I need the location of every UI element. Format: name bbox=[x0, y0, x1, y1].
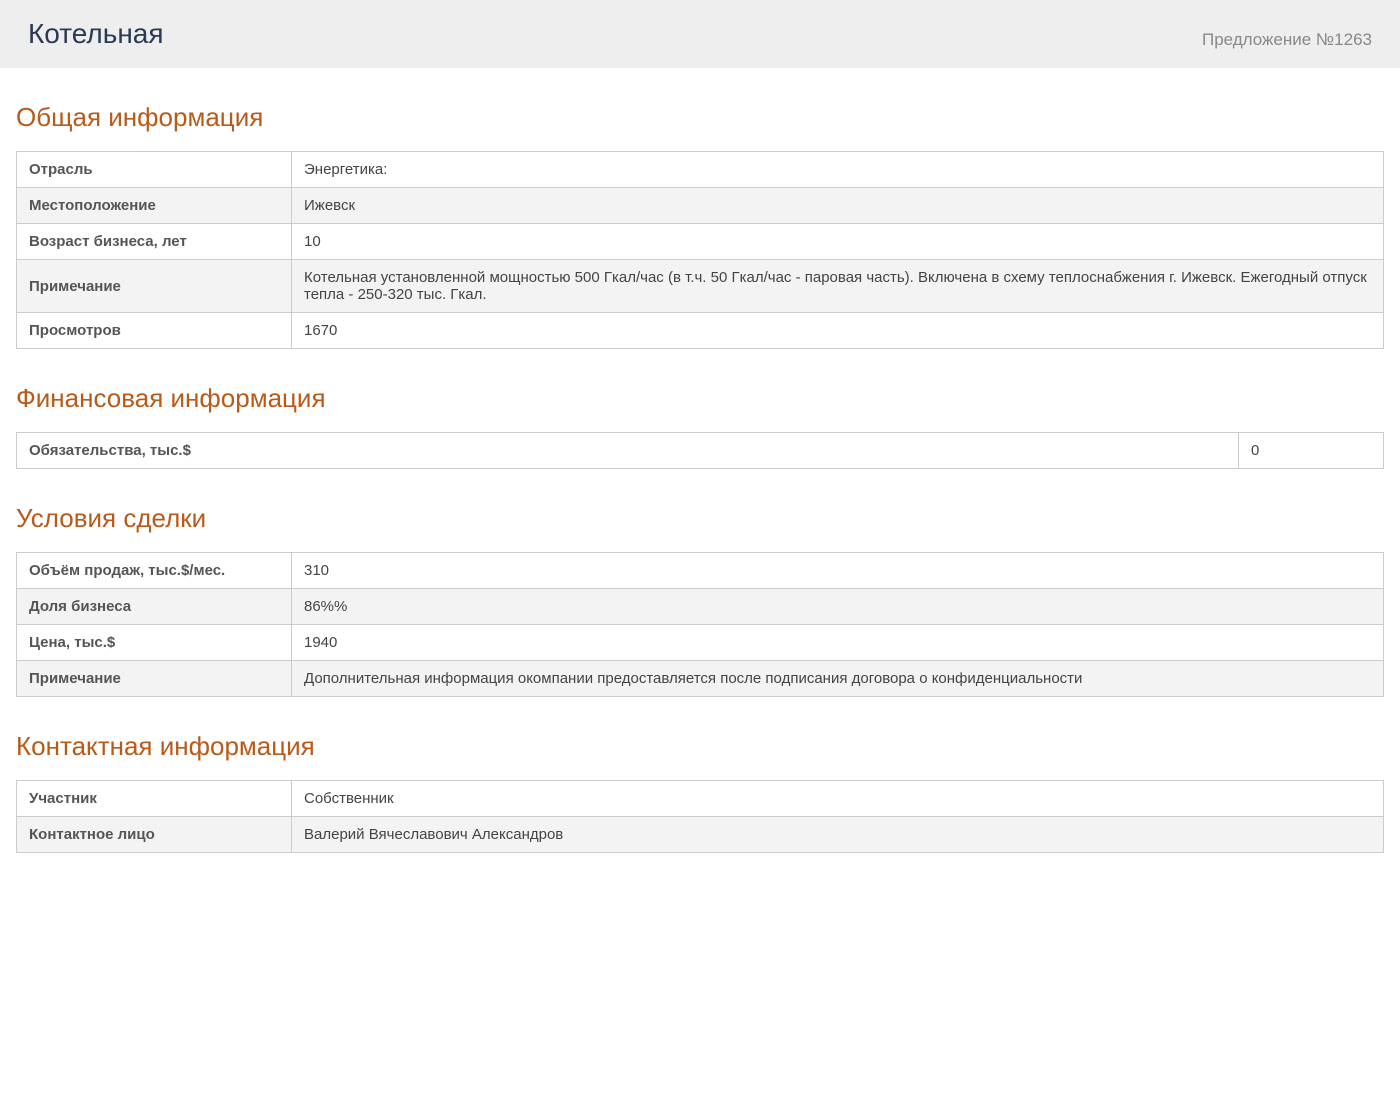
row-value: 86%% bbox=[292, 589, 1384, 625]
row-label: Контактное лицо bbox=[17, 817, 292, 853]
row-label: Доля бизнеса bbox=[17, 589, 292, 625]
row-label: Примечание bbox=[17, 661, 292, 697]
offer-id: Предложение №1263 bbox=[1202, 30, 1372, 50]
table-row: Возраст бизнеса, лет 10 bbox=[17, 224, 1384, 260]
row-value: Дополнительная информация окомпании пред… bbox=[292, 661, 1384, 697]
table-row: Примечание Котельная установленной мощно… bbox=[17, 260, 1384, 313]
row-label: Объём продаж, тыс.$/мес. bbox=[17, 553, 292, 589]
deal-info-table: Объём продаж, тыс.$/мес. 310 Доля бизнес… bbox=[16, 552, 1384, 697]
row-value: 10 bbox=[292, 224, 1384, 260]
row-value: 1670 bbox=[292, 313, 1384, 349]
section-heading-contact: Контактная информация bbox=[16, 731, 1384, 762]
row-value: 310 bbox=[292, 553, 1384, 589]
row-label: Примечание bbox=[17, 260, 292, 313]
section-heading-deal: Условия сделки bbox=[16, 503, 1384, 534]
table-row: Отрасль Энергетика: bbox=[17, 152, 1384, 188]
table-row: Примечание Дополнительная информация око… bbox=[17, 661, 1384, 697]
financial-info-table: Обязательства, тыс.$ 0 bbox=[16, 432, 1384, 469]
row-value: Ижевск bbox=[292, 188, 1384, 224]
table-row: Обязательства, тыс.$ 0 bbox=[17, 433, 1384, 469]
contact-info-table: Участник Собственник Контактное лицо Вал… bbox=[16, 780, 1384, 853]
table-row: Контактное лицо Валерий Вячеславович Але… bbox=[17, 817, 1384, 853]
table-row: Участник Собственник bbox=[17, 781, 1384, 817]
table-row: Просмотров 1670 bbox=[17, 313, 1384, 349]
row-value: Собственник bbox=[292, 781, 1384, 817]
row-label: Цена, тыс.$ bbox=[17, 625, 292, 661]
row-label: Участник bbox=[17, 781, 292, 817]
table-row: Доля бизнеса 86%% bbox=[17, 589, 1384, 625]
table-row: Цена, тыс.$ 1940 bbox=[17, 625, 1384, 661]
row-label: Обязательства, тыс.$ bbox=[17, 433, 1239, 469]
row-value: Энергетика: bbox=[292, 152, 1384, 188]
page-header: Котельная Предложение №1263 bbox=[0, 0, 1400, 68]
section-heading-financial: Финансовая информация bbox=[16, 383, 1384, 414]
row-label: Возраст бизнеса, лет bbox=[17, 224, 292, 260]
row-label: Местоположение bbox=[17, 188, 292, 224]
section-heading-general: Общая информация bbox=[16, 102, 1384, 133]
row-value: Валерий Вячеславович Александров bbox=[292, 817, 1384, 853]
table-row: Объём продаж, тыс.$/мес. 310 bbox=[17, 553, 1384, 589]
row-value: Котельная установленной мощностью 500 Гк… bbox=[292, 260, 1384, 313]
row-label: Отрасль bbox=[17, 152, 292, 188]
row-label: Просмотров bbox=[17, 313, 292, 349]
row-value: 0 bbox=[1239, 433, 1384, 469]
row-value: 1940 bbox=[292, 625, 1384, 661]
page-title: Котельная bbox=[28, 18, 164, 50]
general-info-table: Отрасль Энергетика: Местоположение Ижевс… bbox=[16, 151, 1384, 349]
table-row: Местоположение Ижевск bbox=[17, 188, 1384, 224]
